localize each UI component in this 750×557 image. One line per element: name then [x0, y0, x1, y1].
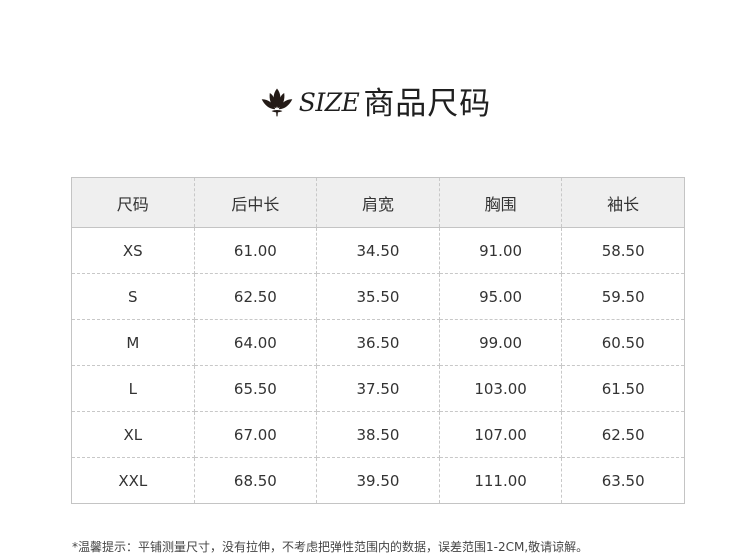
table-cell: 64.00: [193, 319, 318, 366]
table-cell: XL: [71, 411, 195, 458]
column-header-chest: 胸围: [438, 177, 563, 228]
column-header-shoulder: 肩宽: [316, 177, 440, 228]
table-cell: 62.50: [561, 411, 685, 458]
table-cell: 34.50: [316, 227, 440, 274]
table-cell: 35.50: [316, 273, 440, 320]
title-english: SIZE: [298, 87, 360, 117]
column-header-sleeve: 袖长: [561, 177, 685, 228]
size-table: 尺码 后中长 肩宽 胸围 袖长 XS 61.00 34.50 91.00 58.…: [71, 177, 685, 504]
table-row: L 65.50 37.50 103.00 61.50: [71, 365, 685, 412]
table-cell: 91.00: [438, 227, 563, 274]
table-cell: 95.00: [438, 273, 563, 320]
table-row: S 62.50 35.50 95.00 59.50: [71, 273, 685, 320]
table-cell: 65.50: [193, 365, 318, 412]
table-cell: 38.50: [316, 411, 440, 458]
table-cell: 61.50: [561, 365, 685, 412]
table-cell: 36.50: [316, 319, 440, 366]
column-header-back-length: 后中长: [193, 177, 318, 228]
measurement-note: *温馨提示：平铺测量尺寸，没有拉伸，不考虑把弹性范围内的数据，误差范围1-2CM…: [72, 540, 589, 554]
table-cell: 58.50: [561, 227, 685, 274]
table-cell: 103.00: [438, 365, 563, 412]
table-header-row: 尺码 后中长 肩宽 胸围 袖长: [71, 177, 685, 228]
table-row: M 64.00 36.50 99.00 60.50: [71, 319, 685, 366]
size-header: SIZE 商品尺码: [0, 76, 750, 124]
table-cell: M: [71, 319, 195, 366]
table-cell: 59.50: [561, 273, 685, 320]
table-cell: L: [71, 365, 195, 412]
table-cell: S: [71, 273, 195, 320]
table-cell: 39.50: [316, 457, 440, 504]
table-cell: 62.50: [193, 273, 318, 320]
table-cell: 107.00: [438, 411, 563, 458]
table-cell: 67.00: [193, 411, 318, 458]
table-cell: 68.50: [193, 457, 318, 504]
table-cell: 37.50: [316, 365, 440, 412]
table-cell: XS: [71, 227, 195, 274]
table-row: XL 67.00 38.50 107.00 62.50: [71, 411, 685, 458]
table-row: XS 61.00 34.50 91.00 58.50: [71, 227, 685, 274]
table-cell: 60.50: [561, 319, 685, 366]
title-chinese: 商品尺码: [363, 85, 492, 122]
column-header-size: 尺码: [71, 177, 195, 228]
lotus-icon: [261, 88, 292, 117]
table-cell: 61.00: [193, 227, 318, 274]
table-cell: XXL: [71, 457, 195, 504]
table-cell: 111.00: [438, 457, 563, 504]
table-row: XXL 68.50 39.50 111.00 63.50: [71, 457, 685, 504]
table-cell: 63.50: [561, 457, 685, 504]
table-cell: 99.00: [438, 319, 563, 366]
